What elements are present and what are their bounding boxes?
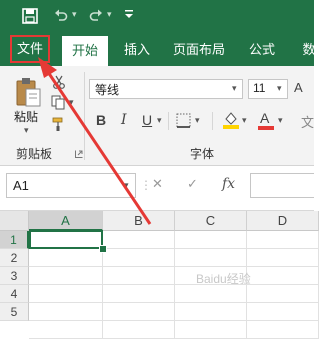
cell-c2[interactable] (175, 249, 247, 267)
font-size-dropdown-icon[interactable]: ▾ (277, 84, 282, 94)
font-color-button[interactable]: A (258, 110, 274, 130)
format-divider-2 (212, 112, 213, 130)
select-all-corner[interactable] (0, 211, 29, 231)
cell-c1[interactable] (175, 231, 247, 249)
copy-dropdown-icon[interactable]: ▾ (69, 98, 74, 108)
fill-color-dropdown-icon[interactable]: ▾ (242, 116, 247, 126)
underline-dropdown-icon[interactable]: ▾ (157, 116, 162, 126)
active-cell-a1[interactable] (29, 230, 103, 249)
cell-c4[interactable] (175, 285, 247, 303)
paste-button-label[interactable]: 粘贴 (14, 108, 38, 125)
paste-icon[interactable] (14, 76, 44, 108)
row-header-3[interactable]: 3 (0, 267, 29, 285)
column-header-d[interactable]: D (247, 211, 319, 231)
insert-function-icon[interactable]: fx (222, 176, 235, 192)
font-color-letter: A (260, 110, 270, 126)
borders-dropdown-icon[interactable]: ▾ (195, 116, 200, 126)
save-icon[interactable] (22, 8, 38, 24)
cell-d1[interactable] (247, 231, 319, 249)
bold-button[interactable]: B (96, 112, 106, 128)
cell-d4[interactable] (247, 285, 319, 303)
tab-insert[interactable]: 插入 (117, 35, 157, 66)
cell-c5[interactable] (175, 303, 247, 321)
underline-button[interactable]: U (142, 112, 152, 128)
fill-color-icon[interactable] (222, 110, 240, 130)
row-header-1[interactable]: 1 (0, 231, 29, 249)
column-header-a[interactable]: A (29, 211, 103, 231)
borders-icon[interactable] (175, 112, 193, 130)
name-box-dropdown-icon[interactable]: ▾ (124, 181, 129, 191)
cell-d6[interactable] (247, 321, 319, 339)
cell-b4[interactable] (103, 285, 175, 303)
formula-input[interactable] (250, 173, 314, 198)
copy-icon[interactable] (51, 95, 66, 110)
formula-bar-grip-icon: ⋮ (140, 178, 152, 192)
cell-c6[interactable] (175, 321, 247, 339)
cut-icon[interactable] (52, 75, 66, 89)
cancel-entry-icon[interactable]: ✕ (152, 177, 163, 192)
cell-a6[interactable] (29, 321, 103, 339)
cell-b5[interactable] (103, 303, 175, 321)
cell-a3[interactable] (29, 267, 103, 285)
font-group-label: 字体 (190, 147, 215, 161)
cell-a2[interactable] (29, 249, 103, 267)
italic-button[interactable]: I (121, 112, 127, 128)
undo-dropdown-icon[interactable]: ▾ (72, 10, 77, 20)
cell-b3[interactable] (103, 267, 175, 285)
row-header-5[interactable]: 5 (0, 303, 29, 321)
font-color-swatch (258, 126, 274, 130)
cell-a4[interactable] (29, 285, 103, 303)
row-header-2[interactable]: 2 (0, 249, 29, 267)
font-size-value: 11 (253, 81, 266, 95)
cell-a5[interactable] (29, 303, 103, 321)
paste-dropdown-icon[interactable]: ▾ (24, 126, 29, 136)
group-divider (84, 72, 85, 160)
tab-file[interactable]: 文件 (10, 35, 50, 63)
undo-icon[interactable] (54, 8, 68, 22)
font-color-dropdown-icon[interactable]: ▾ (278, 116, 283, 126)
dialog-launcher-icon[interactable] (75, 150, 83, 158)
cell-b6[interactable] (103, 321, 175, 339)
phonetic-guide-button[interactable]: 文 (301, 112, 314, 131)
cell-d3[interactable] (247, 267, 319, 285)
format-divider (168, 112, 169, 130)
column-header-c[interactable]: C (175, 211, 247, 231)
title-bar (0, 0, 314, 35)
clipboard-group-label: 剪贴板 (16, 147, 53, 161)
tab-page-layout[interactable]: 页面布局 (166, 35, 232, 66)
tab-formulas[interactable]: 公式 (242, 35, 282, 66)
enter-entry-icon[interactable]: ✓ (187, 177, 198, 192)
redo-icon[interactable] (89, 8, 103, 22)
watermark: Baidu经验 (196, 272, 251, 286)
font-name-value: 等线 (95, 83, 120, 97)
fill-handle[interactable] (99, 245, 107, 253)
redo-dropdown-icon[interactable]: ▾ (107, 10, 112, 20)
cell-b1[interactable] (103, 231, 175, 249)
cell-d2[interactable] (247, 249, 319, 267)
tab-data[interactable]: 数 (296, 35, 320, 66)
cell-d5[interactable] (247, 303, 319, 321)
customize-icon[interactable] (124, 6, 134, 20)
name-box-value: A1 (13, 178, 29, 193)
cell-b2[interactable] (103, 249, 175, 267)
row-header-4[interactable]: 4 (0, 285, 29, 303)
font-name-dropdown-icon[interactable]: ▾ (232, 84, 237, 94)
tab-home[interactable]: 开始 (62, 36, 108, 66)
increase-font-size-button[interactable]: A (294, 80, 303, 95)
format-painter-icon[interactable] (52, 117, 66, 131)
column-header-b[interactable]: B (103, 211, 175, 231)
